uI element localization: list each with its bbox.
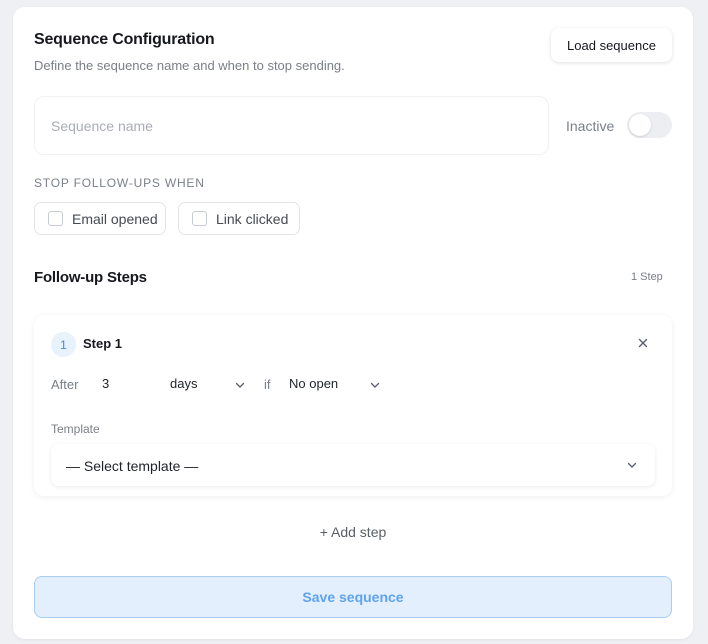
add-step-button[interactable]: + Add step bbox=[13, 524, 693, 540]
condition-value: No open bbox=[289, 376, 339, 391]
template-select[interactable]: — Select template — bbox=[51, 444, 655, 486]
sequence-config-card: Sequence Configuration Define the sequen… bbox=[13, 7, 693, 639]
email-opened-label: Email opened bbox=[72, 210, 158, 227]
status-label: Inactive bbox=[566, 118, 615, 134]
step-title: Step 1 bbox=[83, 336, 123, 351]
close-icon[interactable] bbox=[635, 335, 651, 351]
chevron-down-icon bbox=[627, 462, 637, 468]
template-value: — Select template — bbox=[66, 458, 199, 474]
step-number-badge: 1 bbox=[51, 332, 76, 357]
template-label: Template bbox=[51, 422, 100, 436]
email-opened-checkbox[interactable] bbox=[48, 211, 63, 226]
link-clicked-option[interactable]: Link clicked bbox=[178, 202, 300, 235]
page-title: Sequence Configuration bbox=[34, 31, 215, 48]
toggle-knob bbox=[629, 114, 651, 136]
condition-select[interactable]: No open bbox=[281, 375, 383, 395]
delay-value-input[interactable]: 3 bbox=[102, 376, 146, 391]
chevron-down-icon bbox=[370, 382, 380, 388]
delay-unit-value: days bbox=[170, 376, 198, 391]
save-sequence-button[interactable]: Save sequence bbox=[34, 576, 672, 618]
steps-count-badge: 1 Step bbox=[631, 271, 663, 283]
step-card: 1 Step 1 After 3 days if No open Templat… bbox=[34, 315, 672, 496]
sequence-name-input[interactable] bbox=[34, 96, 549, 155]
chevron-down-icon bbox=[235, 382, 245, 388]
after-label: After bbox=[51, 377, 79, 392]
delay-unit-select[interactable]: days bbox=[162, 375, 246, 395]
load-sequence-button[interactable]: Load sequence bbox=[551, 28, 672, 62]
page-subtitle: Define the sequence name and when to sto… bbox=[34, 58, 345, 73]
email-opened-option[interactable]: Email opened bbox=[34, 202, 166, 235]
link-clicked-checkbox[interactable] bbox=[192, 211, 207, 226]
active-toggle[interactable] bbox=[627, 112, 672, 138]
stop-followups-label: Stop follow-ups when bbox=[34, 176, 205, 190]
steps-section-title: Follow-up Steps bbox=[34, 269, 147, 286]
link-clicked-label: Link clicked bbox=[216, 210, 289, 227]
if-label: if bbox=[264, 377, 271, 392]
